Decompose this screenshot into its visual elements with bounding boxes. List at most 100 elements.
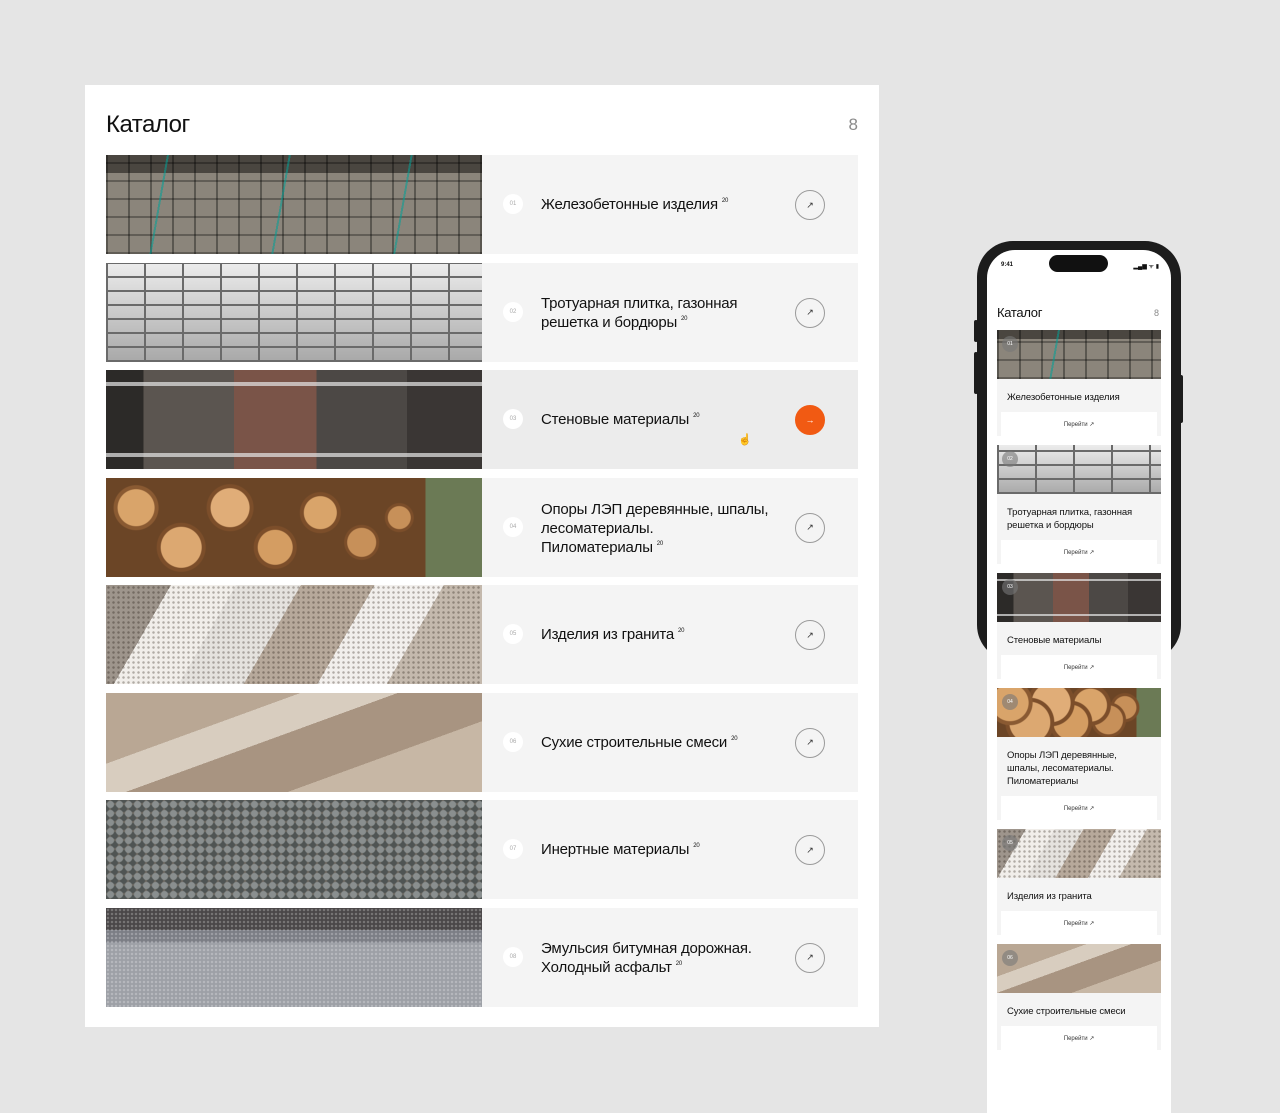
mobile-catalog-card[interactable]: 04 Опоры ЛЭП деревянные, шпалы, лесомате… bbox=[997, 688, 1161, 820]
mobile-catalog-card[interactable]: 01 Железобетонные изделия Перейти ↗ bbox=[997, 330, 1161, 436]
card-title: Сухие строительные смеси bbox=[1007, 1006, 1126, 1017]
card-number-badge: 01 bbox=[1002, 336, 1018, 352]
card-number-badge: 05 bbox=[1002, 835, 1018, 851]
row-number-badge: 01 bbox=[503, 194, 523, 214]
catalog-row[interactable]: 04 Опоры ЛЭП деревянные, шпалы, лесомате… bbox=[106, 477, 858, 577]
card-title: Стеновые материалы bbox=[1007, 635, 1102, 646]
row-number-badge: 02 bbox=[503, 301, 523, 322]
phone-side-button bbox=[974, 320, 978, 342]
mobile-catalog-screen: 9:41 ▂▄▆ ᯤ ▮ Каталог 8 01 Железобетонные… bbox=[987, 250, 1171, 1113]
row-title[interactable]: Тротуарная плитка, газонная решетка и бо… bbox=[541, 294, 771, 332]
row-count: 20 bbox=[681, 315, 688, 322]
card-title: Опоры ЛЭП деревянные, шпалы, лесоматериа… bbox=[1007, 750, 1117, 787]
paving-tiles-image bbox=[106, 262, 482, 362]
card-title: Железобетонные изделия bbox=[1007, 392, 1120, 403]
catalog-count: 8 bbox=[848, 115, 858, 134]
row-number-badge: 05 bbox=[503, 624, 523, 644]
row-title-text: Опоры ЛЭП деревянные, шпалы, лесоматериа… bbox=[541, 500, 769, 556]
concrete-blocks-image bbox=[106, 155, 482, 254]
go-button[interactable]: Перейти ↗ bbox=[1001, 796, 1157, 820]
catalog-row[interactable]: 08 Эмульсия битумная дорожная. Холодный … bbox=[106, 907, 858, 1007]
arrow-right-icon[interactable]: → bbox=[795, 405, 825, 435]
go-button[interactable]: Перейти ↗ bbox=[1001, 911, 1157, 935]
row-number-badge: 03 bbox=[503, 409, 523, 429]
row-title[interactable]: Сухие строительные смеси 20 bbox=[541, 733, 791, 752]
catalog-row[interactable]: 05 Изделия из гранита 20 ↗ bbox=[106, 585, 858, 684]
mobile-catalog-list: 01 Железобетонные изделия Перейти ↗ 02 Т… bbox=[997, 330, 1161, 1059]
card-number-badge: 04 bbox=[1002, 694, 1018, 710]
row-title-text: Тротуарная плитка, газонная решетка и бо… bbox=[541, 294, 738, 331]
phone-side-button bbox=[974, 352, 978, 394]
mobile-catalog-count: 8 bbox=[1153, 308, 1159, 318]
row-title-text: Инертные материалы bbox=[541, 841, 690, 858]
arrow-up-right-icon[interactable]: ↗ bbox=[795, 727, 825, 758]
bricks-image: 03 bbox=[997, 573, 1161, 622]
logs-image: 04 bbox=[997, 688, 1161, 737]
catalog-row[interactable]: 02 Тротуарная плитка, газонная решетка и… bbox=[106, 262, 858, 362]
row-title-text: Сухие строительные смеси bbox=[541, 733, 728, 751]
mobile-page-title: Каталог bbox=[997, 305, 1043, 320]
status-icons: ▂▄▆ ᯤ ▮ bbox=[1133, 264, 1159, 270]
dry-mix-image: 06 bbox=[997, 944, 1161, 993]
page-title: Каталог bbox=[106, 111, 190, 138]
row-count: 20 bbox=[693, 843, 700, 849]
card-number-badge: 02 bbox=[1002, 451, 1018, 467]
arrow-up-right-icon[interactable]: ↗ bbox=[795, 297, 825, 328]
card-number-badge: 06 bbox=[1002, 950, 1018, 966]
dynamic-island bbox=[1049, 255, 1108, 272]
mobile-catalog-card[interactable]: 05 Изделия из гранита Перейти ↗ bbox=[997, 829, 1161, 935]
card-number-badge: 03 bbox=[1002, 579, 1018, 595]
row-count: 20 bbox=[675, 960, 683, 967]
go-button[interactable]: Перейти ↗ bbox=[1001, 1026, 1157, 1050]
mobile-catalog-card[interactable]: 02 Тротуарная плитка, газонная решетка и… bbox=[997, 445, 1161, 564]
bricks-image bbox=[106, 370, 482, 469]
row-count: 20 bbox=[693, 413, 700, 419]
pointer-cursor-icon: ☝ bbox=[738, 434, 752, 446]
row-title-text: Эмульсия битумная дорожная. Холодный асф… bbox=[541, 939, 752, 976]
row-title[interactable]: Железобетонные изделия 20 bbox=[541, 195, 771, 214]
gravel-image bbox=[106, 800, 482, 899]
arrow-up-right-icon[interactable]: ↗ bbox=[795, 512, 825, 543]
catalog-row[interactable]: 07 Инертные материалы 20 ↗ bbox=[106, 800, 858, 899]
go-button[interactable]: Перейти ↗ bbox=[1001, 655, 1157, 679]
row-number-badge: 06 bbox=[503, 731, 523, 752]
row-count: 20 bbox=[656, 540, 664, 547]
arrow-up-right-icon[interactable]: ↗ bbox=[795, 942, 825, 973]
dry-mix-image bbox=[106, 692, 482, 792]
status-time: 9:41 bbox=[1001, 262, 1014, 268]
paving-tiles-image: 02 bbox=[997, 445, 1161, 494]
catalog-header: Каталог 8 bbox=[106, 111, 858, 141]
go-button[interactable]: Перейти ↗ bbox=[1001, 540, 1157, 564]
mobile-catalog-card[interactable]: 06 Сухие строительные смеси Перейти ↗ bbox=[997, 944, 1161, 1050]
arrow-up-right-icon[interactable]: ↗ bbox=[795, 620, 825, 650]
row-title[interactable]: Изделия из гранита 20 bbox=[541, 625, 771, 644]
row-title[interactable]: Эмульсия битумная дорожная. Холодный асф… bbox=[541, 939, 781, 977]
row-number-badge: 08 bbox=[503, 946, 523, 967]
arrow-up-right-icon[interactable]: ↗ bbox=[795, 835, 825, 865]
granite-image: 05 bbox=[997, 829, 1161, 878]
row-number-badge: 04 bbox=[503, 516, 523, 537]
row-count: 20 bbox=[721, 198, 729, 204]
row-title-text: Изделия из гранита bbox=[541, 626, 675, 643]
row-title[interactable]: Стеновые материалы 20 bbox=[541, 410, 771, 429]
asphalt-image bbox=[106, 907, 482, 1007]
arrow-up-right-icon[interactable]: ↗ bbox=[795, 190, 825, 220]
card-title: Изделия из гранита bbox=[1007, 891, 1092, 902]
row-count: 20 bbox=[731, 735, 738, 742]
card-title: Тротуарная плитка, газонная решетка и бо… bbox=[1007, 507, 1133, 531]
catalog-row-hovered[interactable]: 03 Стеновые материалы 20 → bbox=[106, 370, 858, 469]
row-title-text: Железобетонные изделия bbox=[541, 196, 718, 213]
granite-image bbox=[106, 585, 482, 684]
row-title[interactable]: Опоры ЛЭП деревянные, шпалы, лесоматериа… bbox=[541, 500, 771, 557]
row-count: 20 bbox=[678, 628, 685, 634]
phone-side-button bbox=[1179, 375, 1183, 423]
catalog-row[interactable]: 06 Сухие строительные смеси 20 ↗ bbox=[106, 692, 858, 792]
mobile-catalog-card[interactable]: 03 Стеновые материалы Перейти ↗ bbox=[997, 573, 1161, 679]
concrete-blocks-image: 01 bbox=[997, 330, 1161, 379]
catalog-row[interactable]: 01 Железобетонные изделия 20 ↗ bbox=[106, 155, 858, 254]
desktop-catalog-panel: Каталог 8 01 Железобетонные изделия 20 ↗ … bbox=[85, 85, 879, 1027]
row-title[interactable]: Инертные материалы 20 bbox=[541, 840, 771, 859]
catalog-list: 01 Железобетонные изделия 20 ↗ 02 Тротуар… bbox=[106, 155, 858, 1015]
row-title-text: Стеновые материалы bbox=[541, 411, 690, 428]
go-button[interactable]: Перейти ↗ bbox=[1001, 412, 1157, 436]
